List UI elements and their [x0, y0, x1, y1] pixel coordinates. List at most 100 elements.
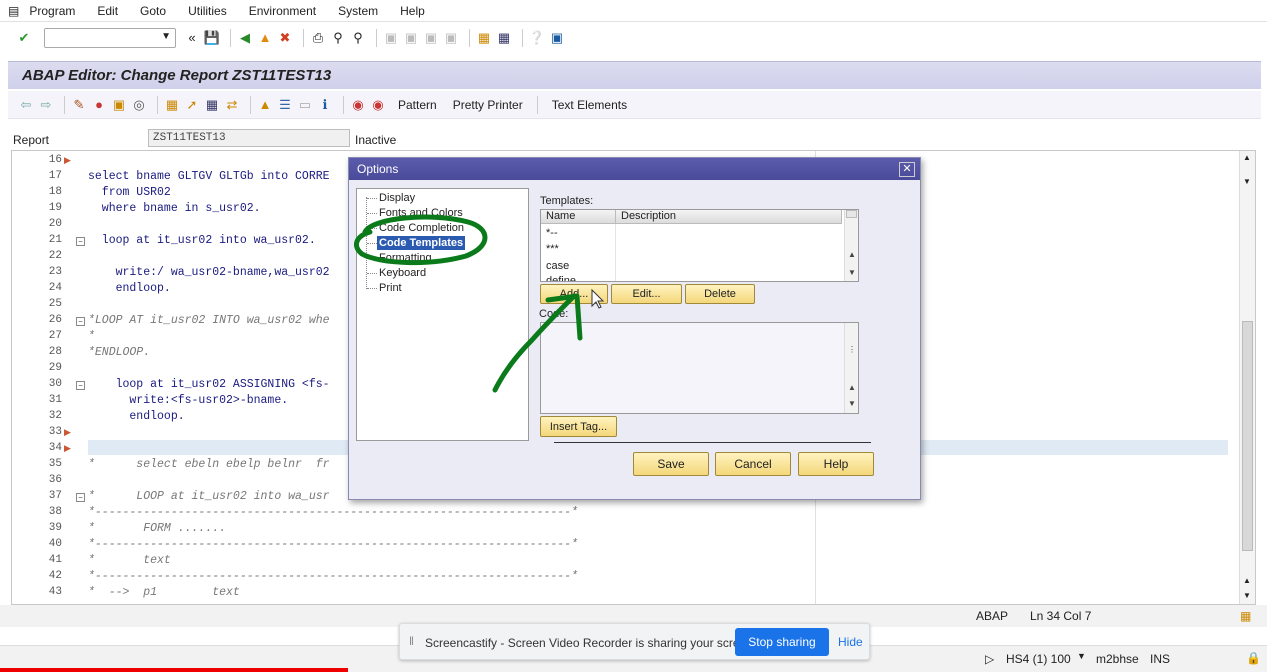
code-line[interactable]: loop at it_usr02 into wa_usr02. [88, 234, 316, 247]
menu-environment[interactable]: Environment [249, 4, 316, 18]
menu-help[interactable]: Help [400, 4, 425, 18]
new-session-icon[interactable]: ▦ [476, 30, 492, 46]
code-line[interactable]: * text [88, 554, 171, 567]
system-info[interactable]: HS4 (1) 100 [1006, 652, 1071, 666]
menu-goto[interactable]: Goto [140, 4, 166, 18]
split-screen-icon[interactable]: ▭ [297, 97, 313, 113]
chevron-down-icon[interactable]: ▼ [1077, 651, 1086, 661]
code-line[interactable]: * FORM ....... [88, 522, 226, 535]
templates-scrollbar[interactable]: ▲ ▼ [844, 210, 858, 281]
stop-sharing-button[interactable]: Stop sharing [735, 628, 829, 656]
editor-vertical-scrollbar[interactable]: ▲ ▼ ▲ ▼ [1239, 151, 1255, 604]
fold-toggle-icon[interactable]: − [76, 237, 85, 246]
last-page-icon[interactable]: ▣ [443, 30, 459, 46]
collapse-icon[interactable]: « [184, 30, 200, 46]
command-field[interactable]: ▼ [44, 28, 176, 48]
next-page-icon[interactable]: ▣ [423, 30, 439, 46]
active-inactive-icon[interactable]: ● [91, 97, 107, 113]
hide-button[interactable]: Hide [838, 635, 863, 649]
scroll-up-icon[interactable]: ▲ [848, 383, 856, 392]
code-line[interactable]: from USR02 [88, 186, 171, 199]
previous-page-icon[interactable]: ▣ [403, 30, 419, 46]
tree-item-code-templates[interactable]: Code Templates [377, 236, 466, 250]
scroll-down-icon[interactable]: ▼ [848, 399, 856, 408]
help-icon[interactable]: ❔ [529, 30, 545, 46]
scroll-down-icon[interactable]: ▼ [1243, 177, 1251, 186]
scroll-up-icon[interactable]: ▲ [1243, 153, 1251, 162]
cancel-button[interactable]: Cancel [715, 452, 791, 476]
find-next-icon[interactable]: ⚲ [350, 30, 366, 46]
chevron-down-icon[interactable]: ▼ [161, 31, 171, 42]
template-row[interactable]: define [546, 275, 576, 281]
insert-tag-button[interactable]: Insert Tag... [540, 416, 617, 437]
code-line[interactable]: endloop. [88, 282, 171, 295]
pattern-button[interactable]: Pattern [398, 98, 437, 112]
drag-handle-icon[interactable]: ‖ [409, 634, 414, 648]
tree-item-print[interactable]: Print [379, 282, 402, 294]
code-line[interactable]: *LOOP AT it_usr02 INTO wa_usr02 whe [88, 314, 330, 327]
test-icon[interactable]: ▦ [164, 97, 180, 113]
cancel-icon[interactable]: ✖ [277, 30, 293, 46]
app-menu-icon[interactable]: ▤ [8, 4, 19, 18]
scroll-thumb[interactable] [1242, 321, 1253, 551]
stack-icon[interactable]: ☰ [277, 97, 293, 113]
scroll-up-icon[interactable]: ▲ [1243, 576, 1251, 585]
code-line[interactable]: *ENDLOOP. [88, 346, 150, 359]
find-icon[interactable]: ⚲ [330, 30, 346, 46]
exit-icon[interactable]: ▲ [257, 30, 273, 46]
code-line[interactable]: write:/ wa_usr02-bname,wa_usr02 [88, 266, 330, 279]
template-row[interactable]: *-- [546, 227, 558, 239]
code-line[interactable]: loop at it_usr02 ASSIGNING <fs- [88, 378, 330, 391]
scroll-thumb[interactable] [846, 210, 857, 218]
code-scrollbar[interactable]: ⋮ ▲ ▼ [844, 323, 858, 413]
fold-toggle-icon[interactable]: − [76, 381, 85, 390]
code-line[interactable]: endloop. [88, 410, 184, 423]
scroll-up-icon[interactable]: ▲ [848, 250, 856, 259]
code-line[interactable]: * [88, 330, 95, 343]
template-code-area[interactable]: ⋮ ▲ ▼ [540, 322, 859, 414]
play-icon[interactable]: ▷ [985, 652, 994, 666]
edit-template-button[interactable]: Edit... [611, 284, 682, 304]
code-line[interactable]: where bname in s_usr02. [88, 202, 261, 215]
code-line[interactable]: *---------------------------------------… [88, 506, 578, 519]
scroll-down-icon[interactable]: ▼ [848, 268, 856, 277]
navigation-window-icon[interactable]: ⇄ [224, 97, 240, 113]
templates-table[interactable]: Name Description *-- *** case define ▲ ▼ [540, 209, 859, 282]
forward-arrow-icon[interactable]: ⇨ [38, 97, 54, 113]
text-elements-button[interactable]: Text Elements [552, 98, 627, 112]
fold-toggle-icon[interactable]: − [76, 317, 85, 326]
info-icon[interactable]: ℹ [317, 97, 333, 113]
code-line[interactable]: * LOOP at it_usr02 into wa_usr [88, 490, 330, 503]
activate-icon[interactable]: ◎ [131, 97, 147, 113]
print-icon[interactable]: ⎙ [310, 30, 326, 46]
customize-layout-icon[interactable]: ▣ [549, 30, 565, 46]
save-icon[interactable]: 💾 [204, 30, 220, 46]
code-line[interactable]: *---------------------------------------… [88, 570, 578, 583]
report-name-field[interactable]: ZST11TEST13 [148, 129, 350, 147]
tree-item-display[interactable]: Display [379, 192, 415, 204]
back-arrow-icon[interactable]: ⇦ [18, 97, 34, 113]
scroll-down-icon[interactable]: ▼ [1243, 591, 1251, 600]
delete-template-button[interactable]: Delete [685, 284, 755, 304]
tree-item-formatting[interactable]: Formatting [379, 252, 432, 264]
menu-system[interactable]: System [338, 4, 378, 18]
enter-check-icon[interactable]: ✔ [16, 30, 32, 46]
help-button[interactable]: Help [798, 452, 874, 476]
code-line[interactable]: select bname GLTGV GLTGb into CORRE [88, 170, 330, 183]
lock-icon[interactable]: 🔒 [1246, 651, 1261, 665]
template-row[interactable]: case [546, 260, 569, 272]
tree-item-code-completion[interactable]: Code Completion [379, 222, 464, 234]
add-template-button[interactable]: Add... [540, 284, 608, 304]
menu-edit[interactable]: Edit [97, 4, 118, 18]
column-header-name[interactable]: Name [541, 210, 616, 224]
fold-toggle-icon[interactable]: − [76, 493, 85, 502]
code-line[interactable]: *---------------------------------------… [88, 538, 578, 551]
object-list-icon[interactable]: ▦ [204, 97, 220, 113]
session-breakpoint-icon[interactable]: ◉ [370, 97, 386, 113]
pretty-printer-button[interactable]: Pretty Printer [453, 98, 523, 112]
hierarchy-icon[interactable]: ▲ [257, 97, 273, 113]
code-line[interactable]: write:<fs-usr02>-bname. [88, 394, 288, 407]
insert-mode[interactable]: INS [1150, 652, 1170, 666]
tree-item-fonts-colors[interactable]: Fonts and Colors [379, 207, 463, 219]
save-button[interactable]: Save [633, 452, 709, 476]
